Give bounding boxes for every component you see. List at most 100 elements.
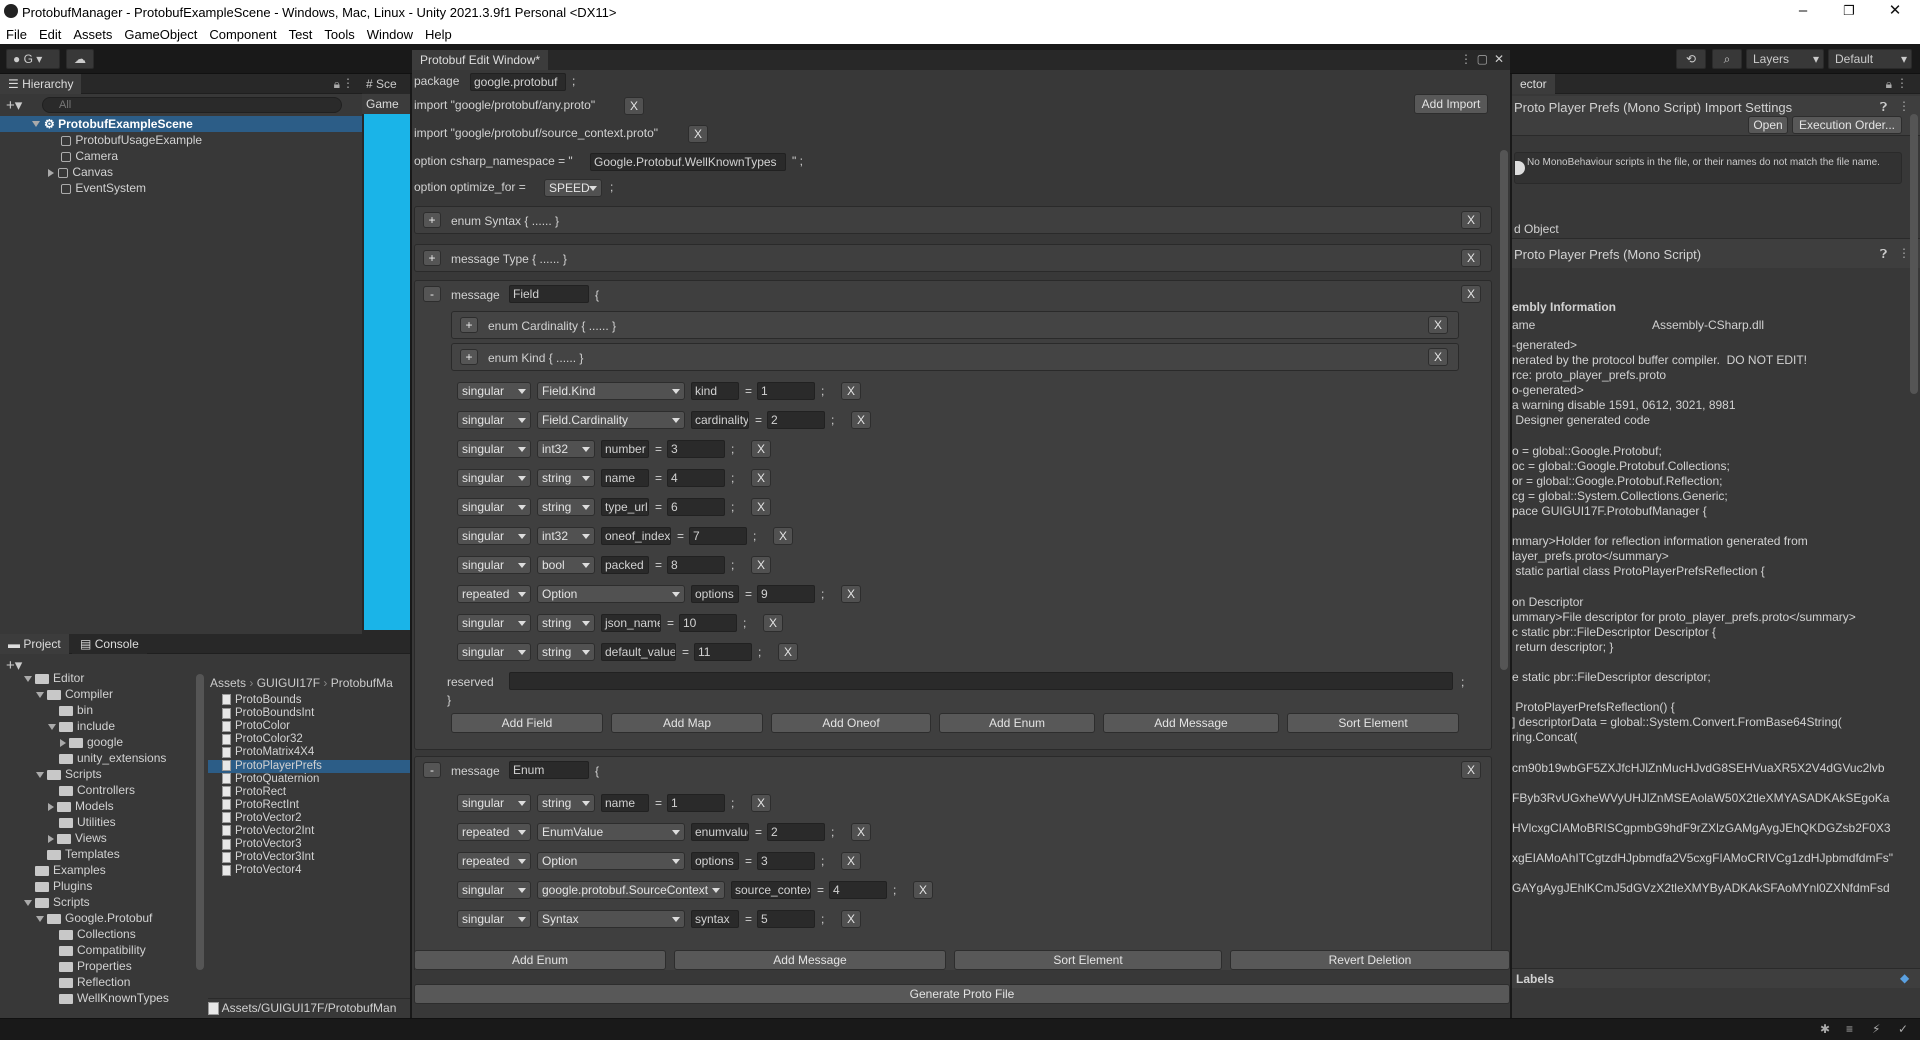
bug-icon[interactable]: ✱ <box>1820 1022 1830 1036</box>
field-number-input[interactable]: 3 <box>667 440 725 458</box>
more-icon[interactable]: ⋮ <box>1460 52 1472 66</box>
add-oneof-button[interactable]: Add Oneof <box>771 713 931 733</box>
field-name-input[interactable]: options <box>691 585 739 603</box>
project-tree-folder[interactable]: Compiler <box>36 686 113 702</box>
add-message-button[interactable]: Add Message <box>674 950 946 970</box>
field-label-dropdown[interactable]: singular <box>457 382 531 400</box>
tab-inspector[interactable]: ector <box>1512 74 1555 94</box>
remove-element-button[interactable]: X <box>1428 348 1448 366</box>
field-number-input[interactable]: 8 <box>667 556 725 574</box>
menu-window[interactable]: Window <box>361 27 419 42</box>
field-label-dropdown[interactable]: singular <box>457 440 531 458</box>
chevron-down-icon[interactable] <box>36 771 44 778</box>
field-name-input[interactable]: options <box>691 852 739 870</box>
chevron-down-icon[interactable] <box>48 723 56 730</box>
project-tree-folder[interactable]: WellKnownTypes <box>48 990 169 1006</box>
field-type-dropdown[interactable]: string <box>537 498 595 516</box>
chevron-down-icon[interactable] <box>36 915 44 922</box>
add-map-button[interactable]: Add Map <box>611 713 763 733</box>
project-tree-folder[interactable]: Views <box>48 830 107 846</box>
tab-game[interactable]: Game <box>362 94 410 114</box>
menu-file[interactable]: File <box>0 27 33 42</box>
inspector-scrollbar[interactable] <box>1910 114 1918 394</box>
add-field-button[interactable]: Add Field <box>451 713 603 733</box>
field-label-dropdown[interactable]: singular <box>457 411 531 429</box>
sort-element-button[interactable]: Sort Element <box>954 950 1222 970</box>
collapse-button[interactable]: - <box>423 762 441 778</box>
field-label-dropdown[interactable]: singular <box>457 469 531 487</box>
project-tree-folder[interactable]: Templates <box>36 846 120 862</box>
close-icon[interactable]: ✕ <box>1494 52 1504 66</box>
field-type-dropdown[interactable]: Syntax <box>537 910 685 928</box>
field-label-dropdown[interactable]: repeated <box>457 585 531 603</box>
cloud-button[interactable]: ☁ <box>66 49 94 69</box>
search-button[interactable]: ⌕ <box>1712 49 1742 69</box>
close-button[interactable]: ✕ <box>1872 0 1918 24</box>
tab-protobuf-edit[interactable]: Protobuf Edit Window* <box>412 50 549 70</box>
more-icon[interactable]: ⋮ <box>1898 99 1910 113</box>
remove-field-button[interactable]: X <box>841 852 861 870</box>
message-name-input[interactable]: Enum <box>509 761 589 779</box>
menu-edit[interactable]: Edit <box>33 27 67 42</box>
editor-scrollbar[interactable] <box>1500 150 1508 670</box>
network-icon[interactable]: ⚡︎ <box>1872 1022 1880 1036</box>
remove-field-button[interactable]: X <box>851 823 871 841</box>
breadcrumb-item[interactable]: GUIGUI17F <box>257 676 320 690</box>
layout-dropdown[interactable]: Default ▾ <box>1828 49 1912 69</box>
field-name-input[interactable]: packed <box>601 556 649 574</box>
menu-gameobject[interactable]: GameObject <box>118 27 203 42</box>
field-number-input[interactable]: 2 <box>767 411 825 429</box>
project-tree-folder[interactable]: Plugins <box>24 878 92 894</box>
field-label-dropdown[interactable]: singular <box>457 498 531 516</box>
stack-icon[interactable]: ≡ <box>1846 1022 1853 1036</box>
remove-field-button[interactable]: X <box>913 881 933 899</box>
remove-field-button[interactable]: X <box>751 794 771 812</box>
sort-element-button[interactable]: Sort Element <box>1287 713 1459 733</box>
lock-icon[interactable]: 🔒︎ <box>334 77 340 92</box>
remove-field-button[interactable]: X <box>851 411 871 429</box>
project-tree-folder[interactable]: Reflection <box>48 974 130 990</box>
add-icon[interactable]: +▾ <box>6 96 22 114</box>
generate-proto-file-button[interactable]: Generate Proto File <box>414 984 1510 1004</box>
field-type-dropdown[interactable]: bool <box>537 556 595 574</box>
project-tree-folder[interactable]: Scripts <box>24 894 90 910</box>
project-file-item[interactable]: ProtoBoundsInt <box>208 707 410 720</box>
tag-icon[interactable]: ◆ <box>1900 971 1909 985</box>
field-type-dropdown[interactable]: string <box>537 643 595 661</box>
history-button[interactable]: ⟲ <box>1676 49 1706 69</box>
project-tree-folder[interactable]: unity_extensions <box>48 750 166 766</box>
field-type-dropdown[interactable]: string <box>537 469 595 487</box>
remove-field-button[interactable]: X <box>763 614 783 632</box>
project-file-item[interactable]: ProtoVector3Int <box>208 851 410 864</box>
help-icon[interactable]: ❓︎ <box>1880 247 1887 262</box>
game-viewport[interactable] <box>364 114 410 630</box>
layers-dropdown[interactable]: Layers ▾ <box>1746 49 1824 69</box>
expand-button[interactable]: + <box>460 317 478 333</box>
remove-element-button[interactable]: X <box>1428 316 1448 334</box>
field-label-dropdown[interactable]: repeated <box>457 823 531 841</box>
field-type-dropdown[interactable]: Field.Cardinality <box>537 411 685 429</box>
message-name-input[interactable]: Field <box>509 285 589 303</box>
field-label-dropdown[interactable]: singular <box>457 910 531 928</box>
field-number-input[interactable]: 11 <box>694 643 752 661</box>
status-ok-icon[interactable]: ✓ <box>1898 1022 1908 1036</box>
field-label-dropdown[interactable]: singular <box>457 881 531 899</box>
add-message-button[interactable]: Add Message <box>1103 713 1279 733</box>
field-name-input[interactable]: source_context <box>731 881 811 899</box>
execution-order-button[interactable]: Execution Order... <box>1792 116 1902 134</box>
field-number-input[interactable]: 1 <box>757 382 815 400</box>
project-file-item[interactable]: ProtoVector2 <box>208 812 410 825</box>
field-type-dropdown[interactable]: EnumValue <box>537 823 685 841</box>
chevron-down-icon[interactable] <box>24 899 32 906</box>
project-tree-folder[interactable]: Compatibility <box>48 942 146 958</box>
field-label-dropdown[interactable]: singular <box>457 527 531 545</box>
field-label-dropdown[interactable]: singular <box>457 614 531 632</box>
remove-field-button[interactable]: X <box>841 910 861 928</box>
field-label-dropdown[interactable]: singular <box>457 794 531 812</box>
project-file-item[interactable]: ProtoColor <box>208 720 410 733</box>
field-name-input[interactable]: syntax <box>691 910 739 928</box>
help-icon[interactable]: ❓︎ <box>1880 100 1887 115</box>
breadcrumb-item[interactable]: Assets <box>210 676 246 690</box>
remove-element-button[interactable]: X <box>1461 249 1481 267</box>
field-type-dropdown[interactable]: string <box>537 794 595 812</box>
